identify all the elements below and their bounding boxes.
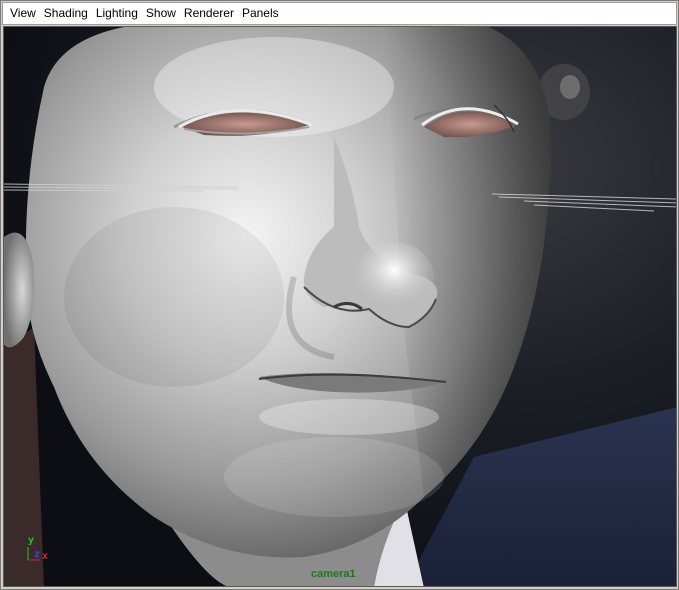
axis-y-label: y: [28, 535, 35, 546]
3d-viewport[interactable]: y z x camera1: [3, 26, 677, 587]
maya-panel-window: View Shading Lighting Show Renderer Pane…: [0, 0, 679, 590]
menu-lighting[interactable]: Lighting: [92, 3, 142, 24]
menu-panels[interactable]: Panels: [238, 3, 283, 24]
panel-menubar: View Shading Lighting Show Renderer Pane…: [2, 2, 677, 25]
viewport-scene: [4, 27, 676, 586]
menu-show[interactable]: Show: [142, 3, 180, 24]
menu-renderer[interactable]: Renderer: [180, 3, 238, 24]
axis-x-label: x: [42, 551, 49, 562]
camera-name-label: camera1: [311, 568, 356, 580]
menu-shading[interactable]: Shading: [40, 3, 92, 24]
menu-view[interactable]: View: [6, 3, 40, 24]
axis-z-label: z: [34, 549, 41, 560]
